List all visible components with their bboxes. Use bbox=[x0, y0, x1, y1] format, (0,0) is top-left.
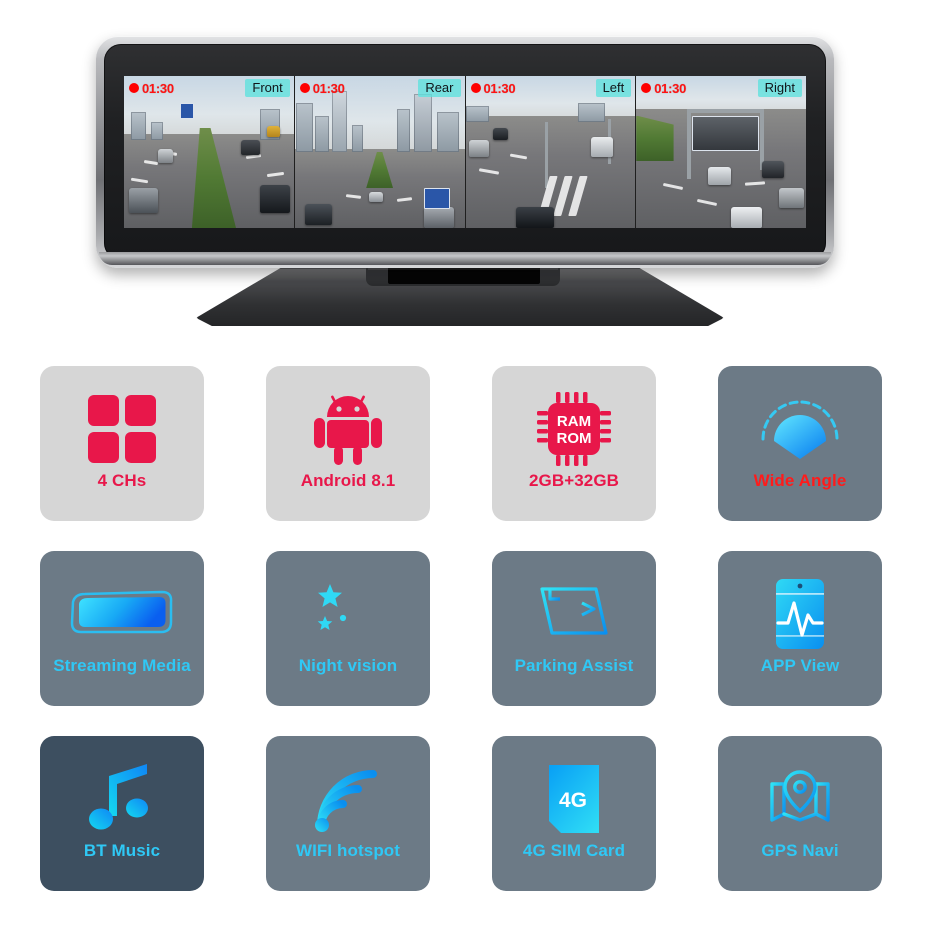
scene-road-sign bbox=[180, 103, 194, 120]
feature-label: BT Music bbox=[83, 841, 161, 860]
music-note-icon bbox=[89, 758, 155, 840]
feature-card-app-view[interactable]: APP View bbox=[718, 551, 882, 706]
device-screen: 01:30 Front 01:30 Rear 01:30 Left 01:30 … bbox=[124, 76, 806, 228]
scene-building bbox=[352, 124, 363, 152]
feature-label: Parking Assist bbox=[514, 656, 634, 675]
scene-building bbox=[465, 106, 490, 122]
scene-gantry-beam bbox=[687, 109, 762, 114]
feature-card-4g-sim[interactable]: 4G 4G SIM Card bbox=[492, 736, 656, 891]
feature-card-streaming-media[interactable]: Streaming Media bbox=[40, 551, 204, 706]
scene-building bbox=[151, 121, 164, 140]
camera-panel-right[interactable]: 01:30 Right bbox=[636, 76, 806, 228]
scene-vehicle bbox=[731, 206, 762, 228]
scene-vehicle bbox=[369, 191, 384, 203]
scene-building bbox=[437, 112, 460, 152]
device-stand-hinge-line bbox=[368, 268, 558, 270]
feature-card-gps-navi[interactable]: GPS Navi bbox=[718, 736, 882, 891]
feature-label: 4 CHs bbox=[97, 471, 147, 490]
scene-building bbox=[577, 103, 605, 122]
wide-angle-arc-icon bbox=[757, 388, 843, 470]
scene-building bbox=[332, 91, 348, 152]
device-bottom-lip bbox=[99, 252, 831, 265]
camera-panel-left[interactable]: 01:30 Left bbox=[465, 76, 637, 228]
feature-card-night-vision[interactable]: Night vision bbox=[266, 551, 430, 706]
android-robot-icon bbox=[312, 388, 384, 470]
feature-card-parking-assist[interactable]: Parking Assist bbox=[492, 551, 656, 706]
moon-stars-icon bbox=[310, 573, 386, 655]
feature-label: Wide Angle bbox=[753, 471, 847, 490]
rearview-mirror-icon bbox=[67, 573, 177, 655]
product-hero: 01:30 Front 01:30 Rear 01:30 Left 01:30 … bbox=[0, 0, 930, 352]
camera-panel-rear[interactable]: 01:30 Rear bbox=[294, 76, 466, 228]
scene-vehicle bbox=[492, 127, 508, 140]
scene-vehicle bbox=[266, 126, 281, 137]
scene-building bbox=[396, 109, 411, 152]
scene-vehicle bbox=[761, 161, 784, 178]
feature-label: WIFI hotspot bbox=[295, 841, 401, 860]
feature-label: 4G SIM Card bbox=[522, 841, 626, 860]
scene-vehicle bbox=[241, 139, 260, 156]
scene-vehicle bbox=[778, 188, 805, 209]
feature-label: APP View bbox=[760, 656, 840, 675]
scene-vehicle bbox=[591, 136, 614, 157]
scene-road-sign bbox=[423, 188, 450, 209]
map-pin-icon bbox=[762, 758, 838, 840]
scene-vehicle bbox=[516, 206, 554, 228]
feature-label: Streaming Media bbox=[53, 656, 191, 675]
scene-building bbox=[315, 115, 329, 152]
scene-gantry-post bbox=[687, 109, 692, 180]
scene-building bbox=[296, 103, 314, 152]
feature-card-wide-angle[interactable]: Wide Angle bbox=[718, 366, 882, 521]
phone-waveform-icon bbox=[772, 573, 828, 655]
wifi-signal-icon bbox=[311, 758, 385, 840]
feature-card-bt-music[interactable]: BT Music bbox=[40, 736, 204, 891]
scene-vehicle bbox=[129, 188, 158, 213]
parking-guideline-icon bbox=[538, 573, 610, 655]
feature-card-memory[interactable]: RAM ROM 2GB+32GB bbox=[492, 366, 656, 521]
scene-vehicle bbox=[157, 148, 174, 163]
feature-label: 2GB+32GB bbox=[528, 471, 620, 490]
scene-vehicle bbox=[304, 203, 333, 225]
feature-grid: 4 CHs Android 8.1 RAM ROM 2GB+32GB Wide … bbox=[40, 366, 892, 891]
scene-vehicle bbox=[707, 167, 732, 186]
scene-variable-message-sign bbox=[692, 115, 759, 151]
memory-chip-icon: RAM ROM bbox=[535, 388, 613, 470]
feature-label: GPS Navi bbox=[761, 841, 839, 860]
sim-card-4g-icon: 4G bbox=[547, 758, 601, 840]
feature-card-android[interactable]: Android 8.1 bbox=[266, 366, 430, 521]
scene-vehicle bbox=[468, 139, 490, 157]
chip-text-rom: ROM bbox=[557, 430, 592, 447]
scene-building bbox=[413, 94, 433, 152]
feature-card-wifi-hotspot[interactable]: WIFI hotspot bbox=[266, 736, 430, 891]
chip-text-ram: RAM bbox=[557, 413, 591, 430]
feature-label: Android 8.1 bbox=[300, 471, 396, 490]
scene-building bbox=[130, 112, 147, 140]
four-squares-grid-icon bbox=[86, 388, 158, 470]
sim-badge-text: 4G bbox=[559, 789, 587, 812]
scene-vehicle bbox=[423, 206, 455, 228]
feature-label: Night vision bbox=[298, 656, 398, 675]
scene-vehicle bbox=[259, 185, 291, 213]
camera-panel-front[interactable]: 01:30 Front bbox=[124, 76, 295, 228]
feature-card-4-chs[interactable]: 4 CHs bbox=[40, 366, 204, 521]
